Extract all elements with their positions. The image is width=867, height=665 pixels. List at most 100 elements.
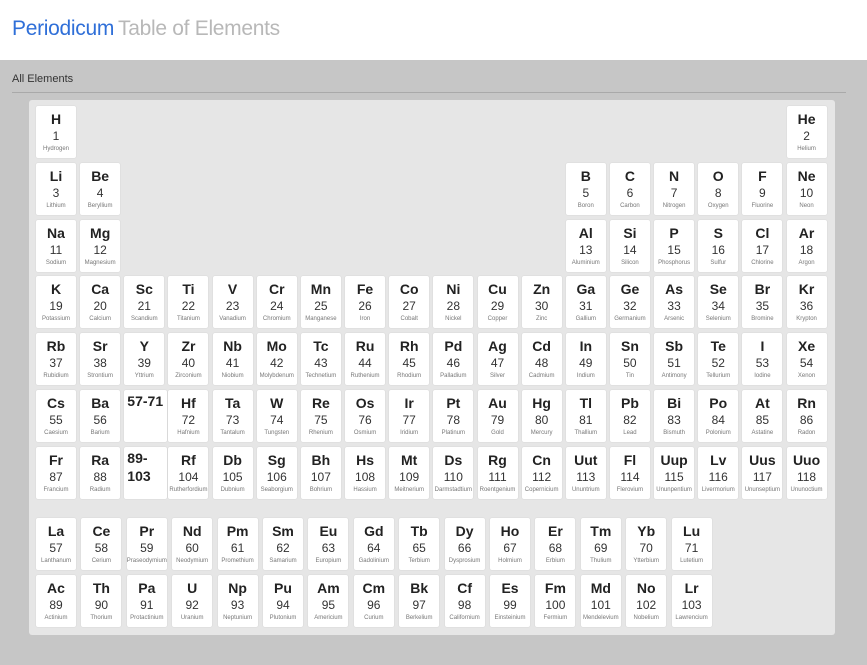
element-tb[interactable]: Tb 65 Terbium bbox=[399, 518, 440, 570]
element-cr[interactable]: Cr 24 Chromium bbox=[256, 276, 297, 329]
element-fl[interactable]: Fl 114 Flerovium bbox=[609, 446, 650, 499]
element-bk[interactable]: Bk 97 Berkelium bbox=[399, 574, 440, 627]
element-mg[interactable]: Mg 12 Magnesium bbox=[80, 219, 121, 272]
element-cd[interactable]: Cd 48 Cadmium bbox=[521, 333, 562, 386]
element-db[interactable]: Db 105 Dubnium bbox=[212, 446, 253, 499]
element-eu[interactable]: Eu 63 Europium bbox=[308, 518, 349, 570]
element-ta[interactable]: Ta 73 Tantalum bbox=[212, 390, 253, 442]
element-no[interactable]: No 102 Nobelium bbox=[626, 574, 667, 627]
element-uup[interactable]: Uup 115 Ununpentium bbox=[654, 446, 695, 499]
element-kr[interactable]: Kr 36 Krypton bbox=[786, 276, 827, 329]
element-fm[interactable]: Fm 100 Fermium bbox=[535, 574, 576, 627]
element-cm[interactable]: Cm 96 Curium bbox=[353, 574, 394, 627]
element-ca[interactable]: Ca 20 Calcium bbox=[80, 276, 121, 329]
element-yb[interactable]: Yb 70 Ytterbium bbox=[626, 518, 667, 570]
element-as[interactable]: As 33 Arsenic bbox=[654, 276, 695, 329]
element-br[interactable]: Br 35 Bromine bbox=[742, 276, 783, 329]
element-cs[interactable]: Cs 55 Caesium bbox=[36, 390, 76, 442]
element-ac[interactable]: Ac 89 Actinium bbox=[36, 574, 76, 627]
element-dy[interactable]: Dy 66 Dysprosium bbox=[444, 518, 485, 570]
element-uuo[interactable]: Uuo 118 Ununoctium bbox=[786, 446, 827, 499]
element-li[interactable]: Li 3 Lithium bbox=[36, 162, 76, 215]
element-te[interactable]: Te 52 Tellurium bbox=[698, 333, 739, 386]
element-sb[interactable]: Sb 51 Antimony bbox=[654, 333, 695, 386]
element-s[interactable]: S 16 Sulfur bbox=[698, 219, 739, 272]
element-be[interactable]: Be 4 Beryllium bbox=[80, 162, 121, 215]
element-sr[interactable]: Sr 38 Strontium bbox=[80, 333, 121, 386]
element-rn[interactable]: Rn 86 Radon bbox=[786, 390, 827, 442]
element-lu[interactable]: Lu 71 Lutetium bbox=[671, 518, 712, 570]
element-bi[interactable]: Bi 83 Bismuth bbox=[654, 390, 695, 442]
element-pt[interactable]: Pt 78 Platinum bbox=[433, 390, 474, 442]
element-v[interactable]: V 23 Vanadium bbox=[212, 276, 253, 329]
element-re[interactable]: Re 75 Rhenium bbox=[300, 390, 341, 442]
element-gd[interactable]: Gd 64 Gadolinium bbox=[353, 518, 394, 570]
element-f[interactable]: F 9 Fluorine bbox=[742, 162, 783, 215]
element-hg[interactable]: Hg 80 Mercury bbox=[521, 390, 562, 442]
element-lr[interactable]: Lr 103 Lawrencium bbox=[671, 574, 712, 627]
element-ra[interactable]: Ra 88 Radium bbox=[80, 446, 121, 499]
element-ba[interactable]: Ba 56 Barium bbox=[80, 390, 121, 442]
element-rb[interactable]: Rb 37 Rubidium bbox=[36, 333, 76, 386]
element-am[interactable]: Am 95 Americium bbox=[308, 574, 349, 627]
element-k[interactable]: K 19 Potassium bbox=[36, 276, 76, 329]
element-hf[interactable]: Hf 72 Hafnium bbox=[168, 390, 209, 442]
element-ag[interactable]: Ag 47 Silver bbox=[477, 333, 518, 386]
element-o[interactable]: O 8 Oxygen bbox=[698, 162, 739, 215]
element-pu[interactable]: Pu 94 Plutonium bbox=[263, 574, 303, 627]
element-pr[interactable]: Pr 59 Praseodymium bbox=[126, 518, 167, 570]
element-hs[interactable]: Hs 108 Hassium bbox=[345, 446, 386, 499]
element-th[interactable]: Th 90 Thorium bbox=[81, 574, 122, 627]
element-h[interactable]: H 1 Hydrogen bbox=[36, 106, 76, 158]
element-zr[interactable]: Zr 40 Zirconium bbox=[168, 333, 209, 386]
element-c[interactable]: C 6 Carbon bbox=[609, 162, 650, 215]
element-rf[interactable]: Rf 104 Rutherfordium bbox=[168, 446, 209, 499]
element-po[interactable]: Po 84 Polonium bbox=[698, 390, 739, 442]
element-ti[interactable]: Ti 22 Titanium bbox=[168, 276, 209, 329]
element-co[interactable]: Co 27 Cobalt bbox=[389, 276, 430, 329]
element-si[interactable]: Si 14 Silicon bbox=[609, 219, 650, 272]
element-pa[interactable]: Pa 91 Protactinium bbox=[126, 574, 167, 627]
element-er[interactable]: Er 68 Erbium bbox=[535, 518, 576, 570]
element-rh[interactable]: Rh 45 Rhodium bbox=[389, 333, 430, 386]
element-sc[interactable]: Sc 21 Scandium bbox=[124, 276, 165, 329]
element-zn[interactable]: Zn 30 Zinc bbox=[521, 276, 562, 329]
element-bh[interactable]: Bh 107 Bohrium bbox=[300, 446, 341, 499]
element-ce[interactable]: Ce 58 Cerium bbox=[81, 518, 122, 570]
element-cn[interactable]: Cn 112 Copernicium bbox=[521, 446, 562, 499]
element-tl[interactable]: Tl 81 Thallium bbox=[565, 390, 606, 442]
element-cu[interactable]: Cu 29 Copper bbox=[477, 276, 518, 329]
element-i[interactable]: I 53 Iodine bbox=[742, 333, 783, 386]
element-mo[interactable]: Mo 42 Molybdenum bbox=[256, 333, 297, 386]
element-sm[interactable]: Sm 62 Samarium bbox=[263, 518, 303, 570]
element-cl[interactable]: Cl 17 Chlorine bbox=[742, 219, 783, 272]
element-pb[interactable]: Pb 82 Lead bbox=[609, 390, 650, 442]
element-u[interactable]: U 92 Uranium bbox=[172, 574, 213, 627]
element-xe[interactable]: Xe 54 Xenon bbox=[786, 333, 827, 386]
element-nd[interactable]: Nd 60 Neodymium bbox=[172, 518, 213, 570]
element-al[interactable]: Al 13 Aluminium bbox=[565, 219, 606, 272]
element-pm[interactable]: Pm 61 Promethium bbox=[217, 518, 258, 570]
element-ga[interactable]: Ga 31 Gallium bbox=[565, 276, 606, 329]
element-ar[interactable]: Ar 18 Argon bbox=[786, 219, 827, 272]
element-p[interactable]: P 15 Phosphorus bbox=[654, 219, 695, 272]
element-ho[interactable]: Ho 67 Holmium bbox=[490, 518, 530, 570]
element-ni[interactable]: Ni 28 Nickel bbox=[433, 276, 474, 329]
element-os[interactable]: Os 76 Osmium bbox=[345, 390, 386, 442]
element-at[interactable]: At 85 Astatine bbox=[742, 390, 783, 442]
element-mn[interactable]: Mn 25 Manganese bbox=[300, 276, 341, 329]
element-se[interactable]: Se 34 Selenium bbox=[698, 276, 739, 329]
element-nb[interactable]: Nb 41 Niobium bbox=[212, 333, 253, 386]
element-n[interactable]: N 7 Nitrogen bbox=[654, 162, 695, 215]
element-np[interactable]: Np 93 Neptunium bbox=[217, 574, 258, 627]
element-tc[interactable]: Tc 43 Technetium bbox=[300, 333, 341, 386]
element-pd[interactable]: Pd 46 Palladium bbox=[433, 333, 474, 386]
element-fr[interactable]: Fr 87 Francium bbox=[36, 446, 76, 499]
element-na[interactable]: Na 11 Sodium bbox=[36, 219, 76, 272]
element-cf[interactable]: Cf 98 Californium bbox=[444, 574, 485, 627]
element-es[interactable]: Es 99 Einsteinium bbox=[490, 574, 530, 627]
brand-name[interactable]: Periodicum bbox=[12, 17, 114, 40]
element-tm[interactable]: Tm 69 Thulium bbox=[580, 518, 621, 570]
element-rg[interactable]: Rg 111 Roentgenium bbox=[477, 446, 518, 499]
element-uut[interactable]: Uut 113 Ununtrium bbox=[565, 446, 606, 499]
